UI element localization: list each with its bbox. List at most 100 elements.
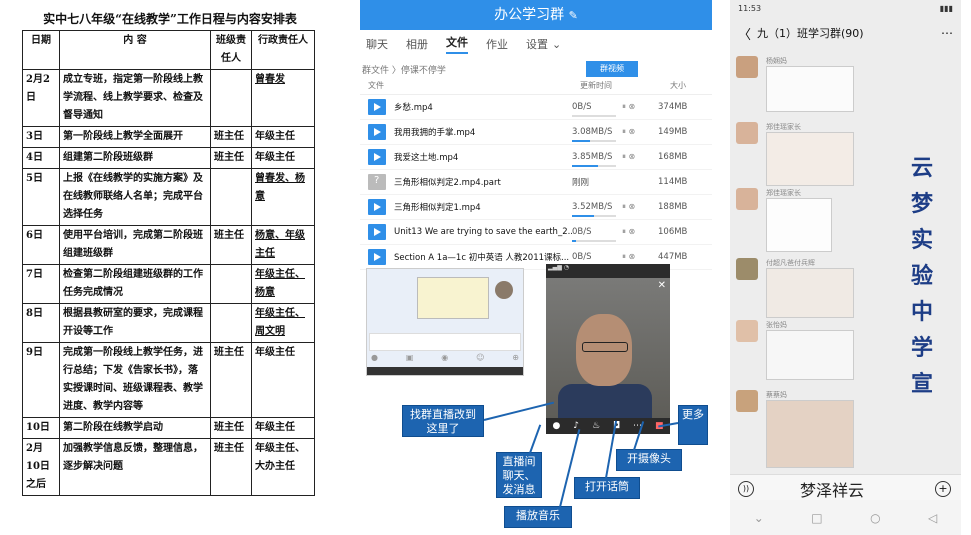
cancel-icon[interactable]: ⊗ [629, 227, 636, 236]
sender-name: 郑佳瑶家长 [766, 189, 801, 197]
download-speed: 0B/S [572, 102, 622, 117]
camera-icon[interactable]: ◉ [441, 353, 448, 363]
avatar[interactable] [736, 320, 758, 342]
file-row[interactable]: 三角形相似判定2.mp4.part 刚刚 114MB [360, 170, 712, 195]
nav-circle-icon[interactable]: ○ [870, 511, 880, 525]
file-name: Section A 1a—1c 初中英语 人教2011课标... [394, 253, 570, 263]
more-dots-icon[interactable]: ⋯ [941, 26, 953, 40]
download-speed: 3.52MB/S [572, 202, 622, 217]
breadcrumb-text[interactable]: 群文件 〉停课不停学 [362, 63, 446, 76]
nav-down-icon[interactable]: ⌄ [754, 511, 764, 525]
cancel-icon[interactable]: ⊗ [629, 102, 636, 111]
tab-homework[interactable]: 作业 [486, 36, 508, 52]
cancel-icon[interactable]: ⊗ [629, 252, 636, 261]
progress-fill [572, 240, 577, 242]
file-row[interactable]: 三角形相似判定1.mp4 3.52MB/S ⏸ ⊗ 188MB [360, 195, 712, 220]
chat-header: 〈 九（1）班学习群(90) ⋯ [730, 20, 961, 46]
edit-icon[interactable]: ✎ [569, 9, 578, 22]
cell-admin-owner: 曾春发、杨意 [251, 168, 315, 226]
cell-content: 使用平台培训，完成第二阶段班组建班级群 [59, 225, 211, 265]
chat-screenshot: ● ▣ ◉ ☺ ⊕ [366, 268, 524, 376]
live-controls: ● ♪ ♨ ◘ ⋯ ■ [546, 418, 670, 434]
avatar[interactable] [736, 258, 758, 280]
schedule-row: 3日 第一阶段线上教学全面展开 班主任 年级主任 [22, 126, 315, 148]
download-controls: ⏸ ⊗ [622, 227, 658, 237]
message-input[interactable] [369, 333, 521, 351]
file-row[interactable]: 我用我拥的手掌.mp4 3.08MB/S ⏸ ⊗ 149MB [360, 120, 712, 145]
col-content: 内 容 [59, 30, 211, 70]
tab-chat[interactable]: 聊天 [366, 36, 388, 52]
close-icon[interactable]: ✕ [658, 280, 666, 291]
mic-icon[interactable]: ● [371, 353, 378, 363]
schedule-row: 5日 上报《在线教学的实施方案》及在线教师联络人名单；完成平台选择任务 曾春发、杨意 [22, 168, 315, 226]
download-controls: ⏸ ⊗ [622, 252, 658, 262]
download-speed: 3.85MB/S [572, 152, 622, 167]
file-size: 188MB [658, 202, 688, 212]
file-size: 106MB [658, 227, 688, 237]
schedule-title: 实中七八年级“在线教学”工作日程与内容安排表 [43, 12, 297, 26]
message-image[interactable] [766, 330, 854, 380]
cell-admin-owner: 年级主任、周文明 [251, 303, 315, 343]
cell-class-owner [210, 69, 252, 127]
avatar[interactable] [736, 188, 758, 210]
schedule-row: 10日 第二阶段在线教学启动 班主任 年级主任 [22, 417, 315, 439]
download-controls: ⏸ ⊗ [622, 152, 658, 162]
message-image[interactable] [766, 198, 832, 252]
col-date: 日期 [22, 30, 60, 70]
emoji-icon[interactable]: ☺ [476, 353, 484, 363]
plus-icon[interactable]: + [935, 481, 951, 497]
progress-bar [572, 165, 616, 167]
file-name: 我爱这土地.mp4 [394, 153, 459, 163]
breadcrumb: 群文件 〉停课不停学 群视频 [360, 58, 712, 80]
cell-content: 加强教学信息反馈，整理信息，逐步解决问题 [59, 438, 211, 496]
tab-album[interactable]: 相册 [406, 36, 428, 52]
nav-back-icon[interactable]: ◁ [928, 511, 937, 525]
plus-icon[interactable]: ⊕ [512, 353, 519, 363]
avatar[interactable] [736, 122, 758, 144]
cell-admin-owner: 杨意、年级主任 [251, 225, 315, 265]
message-image[interactable] [766, 400, 854, 468]
callout-group-live: 找群直播改到这里了 [402, 405, 484, 437]
play-icon [368, 224, 386, 240]
file-row[interactable]: 乡愁.mp4 0B/S ⏸ ⊗ 374MB [360, 95, 712, 120]
chat-bubble-icon[interactable]: ● [552, 421, 560, 431]
message-image[interactable] [766, 132, 854, 186]
back-icon[interactable]: 〈 [738, 24, 751, 43]
message-image[interactable] [766, 268, 854, 318]
cancel-icon[interactable]: ⊗ [629, 152, 636, 161]
cell-class-owner: 班主任 [210, 417, 252, 439]
group-video-button[interactable]: 群视频 [586, 61, 638, 77]
android-nav-bar: ⌄ □ ○ ◁ [730, 500, 961, 535]
progress-bar [572, 140, 616, 142]
file-size: 374MB [658, 102, 688, 112]
avatar[interactable] [736, 56, 758, 78]
chevron-down-icon[interactable]: ⌄ [552, 38, 561, 51]
nav-square-icon[interactable]: □ [811, 511, 822, 525]
vertical-caption: 云梦实验中学宣 [910, 155, 933, 397]
file-name: 三角形相似判定2.mp4.part [394, 178, 501, 188]
file-row[interactable]: Unit13 We are trying to save the earth_2… [360, 220, 712, 245]
sender-name: 杨娴妈 [766, 57, 787, 65]
image-icon[interactable]: ▣ [406, 353, 414, 363]
cell-class-owner: 班主任 [210, 126, 252, 148]
cell-date: 2月10日之后 [22, 438, 60, 496]
file-name: Unit13 We are trying to save the earth_2… [394, 227, 572, 237]
avatar[interactable] [736, 390, 758, 412]
battery-icon: ▮▮▮ [939, 4, 953, 13]
play-icon [368, 199, 386, 215]
sender-name: 付超凡爸付兵辉 [766, 259, 815, 267]
unknown-file-icon [368, 174, 386, 190]
file-size: 114MB [658, 177, 688, 187]
tab-settings[interactable]: 设置 [526, 36, 548, 52]
microphone-icon[interactable]: ♨ [592, 421, 600, 431]
live-status-bar: ▂▄▆ ◔ [548, 264, 569, 271]
schedule-panel: 实中七八年级“在线教学”工作日程与内容安排表 日期 内 容 班级责任人 行政责任… [0, 0, 340, 535]
voice-icon[interactable]: )) [738, 481, 754, 497]
cancel-icon[interactable]: ⊗ [629, 202, 636, 211]
schedule-row: 4日 组建第二阶段班级群 班主任 年级主任 [22, 147, 315, 169]
speed-text: 3.52MB/S [572, 202, 613, 212]
tab-files[interactable]: 文件 [446, 34, 468, 54]
cancel-icon[interactable]: ⊗ [629, 127, 636, 136]
file-row[interactable]: 我爱这土地.mp4 3.85MB/S ⏸ ⊗ 168MB [360, 145, 712, 170]
message-image[interactable] [766, 66, 854, 112]
